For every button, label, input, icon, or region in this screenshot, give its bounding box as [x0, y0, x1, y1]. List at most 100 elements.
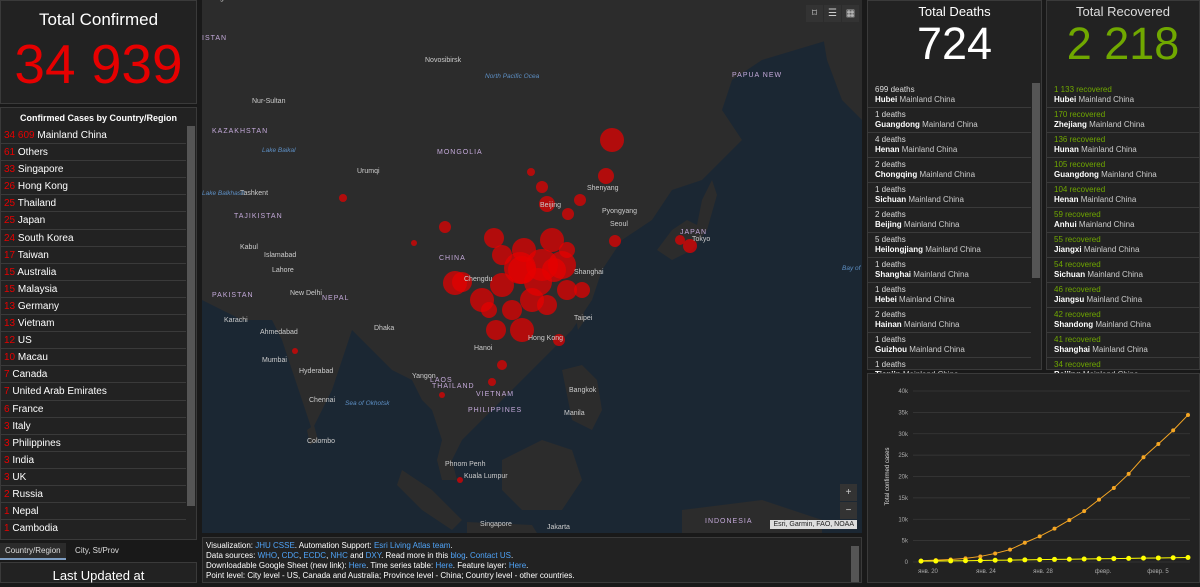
- data-point[interactable]: [1111, 486, 1116, 491]
- country-list-item[interactable]: 3 Italy: [1, 418, 186, 435]
- country-list-item[interactable]: 3 India: [1, 452, 186, 469]
- esri-link[interactable]: Esri Living Atlas team: [374, 541, 450, 550]
- feature-layer-link[interactable]: Here: [509, 561, 526, 570]
- case-bubble[interactable]: [675, 235, 685, 245]
- country-list-item[interactable]: 3 UK: [1, 469, 186, 486]
- recovered-list-item[interactable]: 105 recovered Guangdong Mainland China: [1047, 158, 1199, 183]
- data-point[interactable]: [1082, 509, 1087, 514]
- country-list-item[interactable]: 26 Hong Kong: [1, 178, 186, 196]
- case-bubble[interactable]: [559, 242, 575, 258]
- case-bubble[interactable]: [411, 240, 417, 246]
- data-point[interactable]: [1022, 540, 1027, 545]
- case-bubble[interactable]: [439, 392, 445, 398]
- case-bubble[interactable]: [574, 194, 586, 206]
- data-point[interactable]: [1066, 556, 1072, 562]
- dxy-link[interactable]: DXY: [366, 551, 381, 560]
- blog-link[interactable]: blog: [450, 551, 465, 560]
- country-list-item[interactable]: 24 South Korea: [1, 230, 186, 247]
- map-canvas[interactable]: Novosibirsk Nur-Sultan KAZAKHSTAN MONGOLIA U…: [202, 0, 862, 533]
- case-bubble[interactable]: [443, 271, 467, 295]
- data-point[interactable]: [963, 558, 968, 564]
- data-point[interactable]: [1096, 556, 1102, 562]
- death-list-item[interactable]: 1 deaths Hebei Mainland China: [868, 283, 1031, 308]
- cdc-link[interactable]: CDC: [282, 551, 299, 560]
- death-list-item[interactable]: 2 deaths Beijing Mainland China: [868, 208, 1031, 233]
- death-list-item[interactable]: 1 deaths Shanghai Mainland China: [868, 258, 1031, 283]
- deaths-list[interactable]: 699 deaths Hubei Mainland China 1 deaths Gu…: [868, 83, 1031, 380]
- data-point[interactable]: [977, 558, 983, 564]
- case-bubble[interactable]: [598, 168, 614, 184]
- case-bubble[interactable]: [497, 360, 507, 370]
- data-point[interactable]: [1186, 412, 1190, 417]
- ecdc-link[interactable]: ECDC: [303, 551, 326, 560]
- case-bubble[interactable]: [481, 302, 497, 318]
- case-bubble[interactable]: [574, 282, 590, 298]
- country-list-item[interactable]: 15 Australia: [1, 264, 186, 281]
- recovered-list-item[interactable]: 46 recovered Jiangsu Mainland China: [1047, 283, 1199, 308]
- country-list-item[interactable]: 13 Vietnam: [1, 315, 186, 333]
- data-point[interactable]: [1111, 556, 1117, 562]
- data-point[interactable]: [1171, 428, 1176, 433]
- data-point[interactable]: [1155, 555, 1161, 561]
- legend-list-icon[interactable]: ☰: [824, 5, 841, 22]
- recovered-list-item[interactable]: 104 recovered Henan Mainland China: [1047, 183, 1199, 208]
- tab-city[interactable]: City, St/Prov: [70, 543, 124, 558]
- death-list-item[interactable]: 1 deaths Guangdong Mainland China: [868, 108, 1031, 133]
- data-point[interactable]: [1141, 555, 1146, 561]
- case-bubble[interactable]: [457, 477, 463, 483]
- deaths-list-scrollbar[interactable]: [1032, 83, 1040, 278]
- data-point[interactable]: [1141, 455, 1146, 460]
- data-point[interactable]: [1052, 556, 1057, 562]
- recovered-list-item[interactable]: 136 recovered Hunan Mainland China: [1047, 133, 1199, 158]
- case-bubble[interactable]: [536, 181, 548, 193]
- case-bubble[interactable]: [484, 228, 504, 248]
- country-list-scrollbar[interactable]: [187, 126, 195, 506]
- case-bubble[interactable]: [502, 300, 522, 320]
- case-bubble[interactable]: [486, 320, 506, 340]
- death-list-item[interactable]: 5 deaths Heilongjiang Mainland China: [868, 233, 1031, 258]
- death-list-item[interactable]: 1 deaths Sichuan Mainland China: [868, 183, 1031, 208]
- case-bubble[interactable]: [339, 194, 347, 202]
- data-point[interactable]: [1037, 557, 1043, 563]
- data-point[interactable]: [918, 558, 924, 564]
- data-point[interactable]: [1097, 497, 1101, 502]
- recovered-list-item[interactable]: 41 recovered Shanghai Mainland China: [1047, 333, 1199, 358]
- death-list-item[interactable]: 2 deaths Hainan Mainland China: [868, 308, 1031, 333]
- data-point[interactable]: [948, 558, 954, 564]
- recovered-list-item[interactable]: 42 recovered Shandong Mainland China: [1047, 308, 1199, 333]
- data-point[interactable]: [993, 551, 998, 556]
- case-bubble[interactable]: [439, 221, 451, 233]
- country-list-item[interactable]: 33 Singapore: [1, 161, 186, 179]
- country-list-item[interactable]: 1 Cambodia: [1, 520, 186, 532]
- case-bubble[interactable]: [609, 235, 621, 247]
- death-list-item[interactable]: 4 deaths Henan Mainland China: [868, 133, 1031, 158]
- info-scrollbar[interactable]: [851, 546, 859, 582]
- recovered-list[interactable]: 1 133 recovered Hubei Mainland China 170 r…: [1047, 83, 1199, 380]
- country-list-item[interactable]: 13 Germany: [1, 298, 186, 316]
- data-point[interactable]: [1170, 555, 1176, 561]
- death-list-item[interactable]: 699 deaths Hubei Mainland China: [868, 83, 1031, 108]
- country-list-item[interactable]: 25 Thailand: [1, 195, 186, 213]
- google-sheet-link[interactable]: Here: [349, 561, 366, 570]
- zoom-in-button[interactable]: +: [840, 484, 857, 501]
- zoom-out-button[interactable]: −: [840, 502, 857, 519]
- case-bubble[interactable]: [488, 378, 496, 386]
- recovered-list-item[interactable]: 54 recovered Sichuan Mainland China: [1047, 258, 1199, 283]
- who-link[interactable]: WHO: [258, 551, 278, 560]
- case-bubble[interactable]: [490, 273, 514, 297]
- data-point[interactable]: [1081, 556, 1087, 562]
- recovered-list-item[interactable]: 1 133 recovered Hubei Mainland China: [1047, 83, 1199, 108]
- country-list-item[interactable]: 34 609 Mainland China: [1, 127, 186, 145]
- country-list-item[interactable]: 1 Nepal: [1, 503, 186, 521]
- country-list-item[interactable]: 12 US: [1, 332, 186, 350]
- tab-country-region[interactable]: Country/Region: [0, 543, 66, 560]
- data-point[interactable]: [1126, 555, 1132, 561]
- country-list-item[interactable]: 17 Taiwan: [1, 247, 186, 264]
- nhc-link[interactable]: NHC: [331, 551, 348, 560]
- country-list-item[interactable]: 15 Malaysia: [1, 281, 186, 298]
- data-point[interactable]: [1156, 442, 1161, 447]
- country-list-item[interactable]: 2 Russia: [1, 486, 186, 504]
- data-point[interactable]: [1126, 471, 1131, 476]
- recovered-list-item[interactable]: 55 recovered Jiangxi Mainland China: [1047, 233, 1199, 258]
- country-list-item[interactable]: 10 Macau: [1, 349, 186, 367]
